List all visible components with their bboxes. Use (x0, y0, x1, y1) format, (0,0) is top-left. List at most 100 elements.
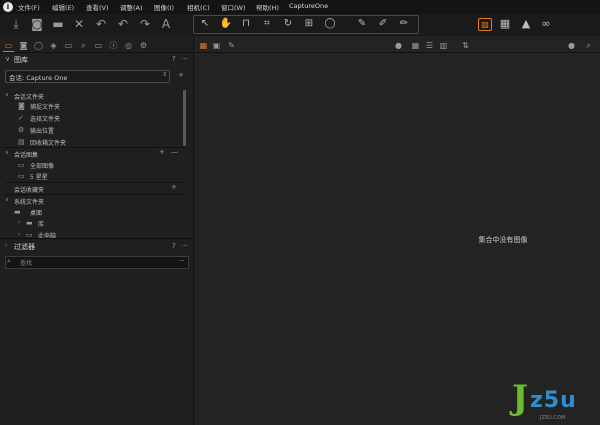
remove-album-icon[interactable]: — (171, 148, 178, 156)
output-folder-icon: ⚙ (18, 126, 25, 134)
menu-file[interactable]: 文件(F) (18, 2, 40, 12)
tab-library[interactable]: ▭ (3, 40, 14, 52)
list-item[interactable]: 选择文件夹 (30, 114, 60, 123)
filter-search-input[interactable] (5, 256, 189, 269)
menu-image[interactable]: 图像(I) (154, 2, 174, 12)
camera-icon[interactable]: ◙ (29, 16, 45, 32)
list-item[interactable]: 桌面 (30, 208, 42, 217)
delete-icon[interactable]: ✕ (71, 16, 87, 32)
divider (5, 182, 185, 183)
list-view-icon[interactable]: ☰ (424, 40, 435, 51)
divider (0, 238, 192, 239)
filmstrip-view-icon[interactable]: ▥ (438, 40, 449, 51)
session-albums-title: 会话图集 (14, 152, 39, 159)
undo-all-icon[interactable]: ↶ (93, 16, 109, 32)
user-icon[interactable]: ● (566, 40, 577, 51)
tab-composition[interactable]: ▭ (63, 40, 74, 51)
thumbnail-view-icon[interactable]: ▦ (410, 40, 421, 51)
single-view-icon[interactable]: ▣ (211, 40, 222, 51)
tab-metadata[interactable]: ⓘ (108, 40, 119, 51)
tab-output[interactable]: ◎ (123, 40, 134, 51)
eraser-icon[interactable]: ✏ (397, 16, 411, 32)
tab-lens[interactable]: ◯ (33, 40, 44, 51)
list-item[interactable]: 输出位置 (30, 126, 54, 135)
more-icon[interactable]: ··· (178, 257, 185, 265)
browser-panel (406, 37, 600, 425)
viewer-panel (193, 37, 407, 425)
brush-icon[interactable]: ✐ (376, 16, 390, 32)
watermark-logo: J (512, 378, 529, 418)
more-icon[interactable]: ··· (181, 242, 188, 250)
list-item[interactable]: 捕捉文件夹 (30, 102, 60, 111)
list-item[interactable]: 库 (38, 219, 44, 228)
list-item[interactable]: 全部图像 (30, 161, 54, 170)
selects-folder-icon: ✓ (18, 114, 24, 122)
menu-view[interactable]: 查看(V) (86, 2, 109, 12)
app-logo-icon[interactable]: i (3, 2, 13, 12)
proof-glasses-icon[interactable]: ∞ (538, 16, 554, 32)
collapse-icon[interactable]: ∨ (5, 150, 9, 156)
collapse-icon[interactable]: ∨ (5, 55, 10, 63)
rotate-icon[interactable]: ↻ (281, 16, 295, 32)
scrollbar[interactable] (183, 90, 186, 146)
desktop-icon: ▬ (14, 208, 21, 216)
user-icon[interactable]: ● (393, 40, 404, 51)
compare-icon[interactable]: ▨ (478, 18, 492, 31)
sort-icon[interactable]: ⇅ (460, 40, 471, 51)
exposure-warning-icon[interactable]: ▲ (518, 16, 534, 32)
search-placeholder: 查找 (20, 260, 33, 267)
picker-icon[interactable]: ✎ (355, 16, 369, 32)
folder-icon[interactable]: ▬ (50, 16, 66, 32)
edit-icon[interactable]: ✎ (226, 40, 237, 51)
expand-icon[interactable]: › (5, 242, 7, 249)
session-select-value: 会话: Capture One (9, 74, 68, 82)
add-session-icon[interactable]: + (178, 71, 184, 79)
tab-exposure[interactable]: ▭ (93, 40, 104, 51)
menu-camera[interactable]: 相机(C) (187, 2, 210, 12)
library-title: 图库 (14, 56, 28, 64)
capture-folder-icon: ◙ (18, 102, 25, 110)
undo-icon[interactable]: ↶ (115, 16, 131, 32)
smart-album-icon: ▭ (18, 172, 25, 180)
import-icon[interactable]: ⤓ (8, 16, 24, 32)
crop-icon[interactable]: ⌗ (260, 16, 274, 32)
collapse-icon[interactable]: ∨ (5, 197, 9, 203)
divider (0, 52, 192, 53)
tab-batch[interactable]: ⚙ (138, 40, 149, 51)
chevron-down-icon[interactable]: ⇕ (162, 71, 167, 78)
pan-icon[interactable]: ✋ (219, 16, 233, 32)
help-icon[interactable]: ? (172, 55, 176, 63)
search-icon[interactable]: ⌕ (583, 40, 594, 51)
menu-help[interactable]: 帮助(H) (256, 2, 279, 12)
empty-collection-message: 集合中没有图像 (478, 236, 528, 244)
list-item[interactable]: 回收箱文件夹 (30, 138, 66, 147)
list-item[interactable]: 5 星星 (30, 172, 48, 181)
grid-icon[interactable]: ▦ (497, 16, 513, 32)
session-favorites-title: 会话收藏夹 (14, 187, 45, 194)
menu-adjust[interactable]: 调整(A) (120, 2, 143, 12)
tab-capture[interactable]: ◙ (18, 40, 29, 51)
menu-edit[interactable]: 编辑(E) (52, 2, 74, 12)
system-folders-title: 系统文件夹 (14, 199, 45, 206)
search-icon[interactable]: ⌕ (7, 257, 11, 266)
tab-color[interactable]: ◈ (48, 40, 59, 51)
help-icon[interactable]: ? (172, 242, 176, 250)
add-album-icon[interactable]: + (159, 148, 165, 156)
tab-details[interactable]: ⌕ (78, 40, 89, 51)
keystone-icon[interactable]: ⊞ (302, 16, 316, 32)
spot-icon[interactable]: ◯ (323, 16, 337, 32)
watermark-text: z5u (530, 388, 577, 413)
select-icon[interactable]: ↖ (198, 16, 212, 32)
more-icon[interactable]: ··· (181, 55, 188, 63)
folder-icon: ▬ (26, 219, 33, 227)
chevron-right-icon[interactable]: › (18, 219, 20, 226)
text-icon[interactable]: A (158, 16, 174, 32)
grid-view-icon[interactable]: ▦ (198, 40, 209, 51)
redo-icon[interactable]: ↷ (137, 16, 153, 32)
menu-window[interactable]: 窗口(W) (221, 2, 246, 12)
loupe-icon[interactable]: ⊓ (239, 16, 253, 32)
chevron-right-icon[interactable]: › (18, 231, 20, 238)
trash-folder-icon: ▤ (18, 138, 25, 146)
collapse-icon[interactable]: ∨ (5, 92, 9, 98)
add-favorite-icon[interactable]: + (171, 183, 177, 191)
